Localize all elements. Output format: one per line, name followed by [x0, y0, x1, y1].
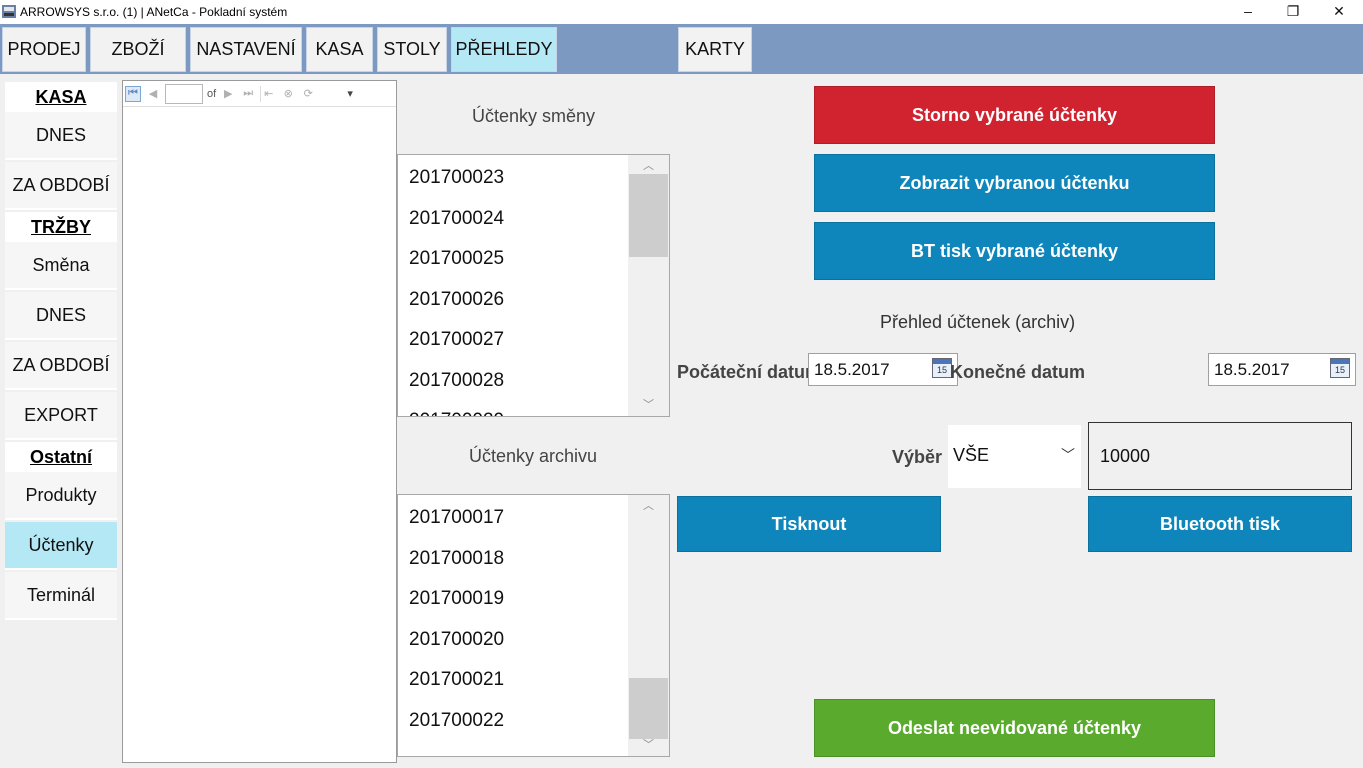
start-date-value: 18.5.2017 — [814, 360, 890, 379]
sidebar-item-export[interactable]: EXPORT — [5, 392, 117, 440]
sidebar-heading-kasa: KASA — [5, 82, 117, 112]
sidebar-item-terminal[interactable]: Terminál — [5, 572, 117, 620]
next-page-icon[interactable]: ▶ — [220, 86, 236, 102]
bt-print-receipt-button[interactable]: BT tisk vybrané účtenky — [814, 222, 1215, 280]
menu-zbozi[interactable]: ZBOŽÍ — [90, 27, 186, 72]
back-icon[interactable]: ⇤ — [260, 85, 276, 102]
shift-list-scrollbar[interactable]: ︿ ﹀ — [628, 155, 669, 416]
scroll-thumb[interactable] — [629, 678, 668, 739]
title-bar: ARROWSYS s.r.o. (1) | ANetCa - Pokladní … — [0, 0, 1363, 24]
end-date-value: 18.5.2017 — [1214, 360, 1290, 379]
toolbar-overflow-icon[interactable]: ▾ — [342, 86, 358, 102]
archive-overview-title: Přehled účtenek (archiv) — [880, 312, 1076, 332]
calendar-icon[interactable]: 15 — [932, 358, 952, 378]
sidebar-heading-trzby: TRŽBY — [5, 212, 117, 242]
sidebar-item-kasa-za-obdobi[interactable]: ZA OBDOBÍ — [5, 162, 117, 210]
scroll-up-icon[interactable]: ︿ — [628, 157, 669, 175]
shift-receipts-title: Účtenky směny — [472, 106, 596, 126]
menu-prehledy[interactable]: PŘEHLEDY — [451, 27, 557, 72]
start-date-field[interactable]: 18.5.2017 15 — [808, 353, 958, 386]
send-unregistered-receipts-button[interactable]: Odeslat neevidované účtenky — [814, 699, 1215, 757]
close-button[interactable]: ✕ — [1316, 0, 1362, 24]
sidebar-item-trzby-za-obdobi[interactable]: ZA OBDOBÍ — [5, 342, 117, 390]
selection-label: Výběr — [892, 447, 943, 467]
sidebar-item-smena[interactable]: Směna — [5, 242, 117, 290]
menu-stoly[interactable]: STOLY — [377, 27, 447, 72]
sidebar-item-uctenky[interactable]: Účtenky — [5, 522, 117, 570]
menu-kasa[interactable]: KASA — [306, 27, 373, 72]
print-button[interactable]: Tisknout — [677, 496, 941, 552]
chevron-down-icon: ﹀ — [1061, 447, 1075, 463]
end-date-label: Konečné datum — [950, 362, 1086, 382]
window-title: ARROWSYS s.r.o. (1) | ANetCa - Pokladní … — [20, 5, 288, 19]
main-menu-bar: PRODEJ ZBOŽÍ NASTAVENÍ KASA STOLY PŘEHLE… — [0, 24, 1363, 74]
stop-icon[interactable]: ⊗ — [280, 86, 296, 102]
start-date-label: Počáteční datur — [677, 362, 813, 382]
selection-dropdown[interactable]: VŠE ﹀ — [948, 425, 1081, 488]
storno-receipt-button[interactable]: Storno vybrané účtenky — [814, 86, 1215, 144]
limit-field[interactable]: 10000 — [1088, 422, 1352, 490]
restore-button[interactable]: ❐ — [1270, 0, 1316, 24]
prev-page-icon[interactable]: ◀ — [145, 86, 161, 102]
selection-value: VŠE — [953, 445, 990, 465]
minimize-button[interactable]: – — [1225, 0, 1271, 24]
report-toolbar: ⏮ ◀ of ▶ ⏭ ⇤ ⊗ ⟳ ▾ — [123, 81, 396, 107]
scroll-down-icon[interactable]: ﹀ — [628, 736, 669, 754]
shift-receipts-list[interactable]: 201700023 201700024 201700025 201700026 … — [397, 154, 670, 417]
scroll-up-icon[interactable]: ︿ — [628, 497, 669, 515]
report-viewer: ⏮ ◀ of ▶ ⏭ ⇤ ⊗ ⟳ ▾ — [122, 80, 397, 763]
sidebar-item-produkty[interactable]: Produkty — [5, 472, 117, 520]
menu-karty[interactable]: KARTY — [678, 27, 752, 72]
scroll-down-icon[interactable]: ﹀ — [628, 396, 669, 414]
menu-prodej[interactable]: PRODEJ — [2, 27, 86, 72]
first-page-icon[interactable]: ⏮ — [125, 85, 141, 102]
sidebar-heading-ostatni: Ostatní — [5, 442, 117, 472]
show-receipt-button[interactable]: Zobrazit vybranou účtenku — [814, 154, 1215, 212]
last-page-icon[interactable]: ⏭ — [240, 86, 256, 102]
archive-receipts-title: Účtenky archivu — [469, 446, 598, 466]
bluetooth-print-button[interactable]: Bluetooth tisk — [1088, 496, 1352, 552]
register-icon — [2, 5, 16, 18]
page-of-label: of — [207, 87, 217, 100]
menu-nastaveni[interactable]: NASTAVENÍ — [190, 27, 302, 72]
end-date-field[interactable]: 18.5.2017 15 — [1208, 353, 1356, 386]
sidebar-item-trzby-dnes[interactable]: DNES — [5, 292, 117, 340]
refresh-icon[interactable]: ⟳ — [300, 86, 316, 102]
scroll-thumb[interactable] — [629, 174, 668, 257]
sidebar-item-kasa-dnes[interactable]: DNES — [5, 112, 117, 160]
calendar-icon[interactable]: 15 — [1330, 358, 1350, 378]
archive-list-scrollbar[interactable]: ︿ ﹀ — [628, 495, 669, 756]
archive-receipts-list[interactable]: 201700017 201700018 201700019 201700020 … — [397, 494, 670, 757]
page-number-input[interactable] — [165, 83, 203, 104]
